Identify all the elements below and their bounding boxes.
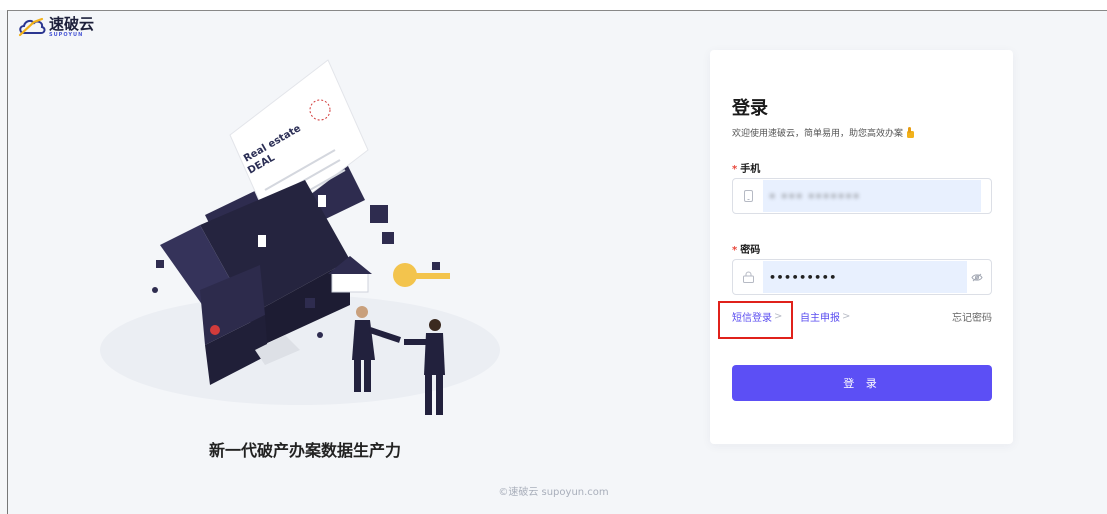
footer-copyright: ©速破云 supoyun.com [498,487,609,498]
phone-input[interactable]: • ••• ••••••• [732,178,992,214]
brand-name-cn: 速破云 [49,14,95,33]
password-autofill: ••••••••• [763,261,967,293]
login-button[interactable]: 登 录 [732,365,992,401]
brand-name: 速破云 SUPOYUN [49,14,95,38]
phone-label-text: 手机 [740,164,761,175]
login-subtitle-text: 欢迎使用速破云，简单易用，助您高效办案 [732,129,904,139]
hero-illustration: Real estate DEAL [100,59,500,415]
password-label-text: 密码 [740,245,761,256]
brand-name-en: SUPOYUN [49,31,84,38]
password-input[interactable]: ••••••••• [732,259,992,295]
eye-hidden-icon[interactable] [967,260,987,294]
login-links: 短信登录 > 自主申报 > 忘记密码 [732,306,992,324]
password-value: ••••••••• [769,270,837,284]
sms-login-label: 短信登录 [732,313,772,324]
phone-required-mark: * [732,164,738,175]
password-label: * 密码 [732,241,760,256]
phone-value: • ••• ••••••• [769,189,861,203]
login-card: 登录 欢迎使用速破云，简单易用，助您高效办案 * 手机 • ••• •••••••… [710,50,1013,444]
mobile-phone-icon [733,179,763,213]
self-declare-link[interactable]: 自主申报 > [800,309,850,324]
chevron-right-icon: > [774,311,783,322]
top-strip [0,0,1107,10]
password-required-mark: * [732,245,738,256]
sms-login-link[interactable]: 短信登录 > [732,309,782,324]
hero-slogan: 新一代破产办案数据生产力 [209,441,402,460]
thumbs-up-icon [907,127,915,138]
chevron-right-icon: > [842,311,851,322]
cloud-logo-icon [18,17,46,37]
brand-logo[interactable]: 速破云 SUPOYUN [18,16,94,38]
lock-icon [733,260,763,294]
phone-autofill: • ••• ••••••• [763,180,981,212]
phone-label: * 手机 [732,160,760,175]
login-title: 登录 [732,98,768,119]
self-declare-label: 自主申报 [800,313,840,324]
forgot-password-link[interactable]: 忘记密码 [952,309,992,324]
login-subtitle: 欢迎使用速破云，简单易用，助您高效办案 [732,126,915,139]
